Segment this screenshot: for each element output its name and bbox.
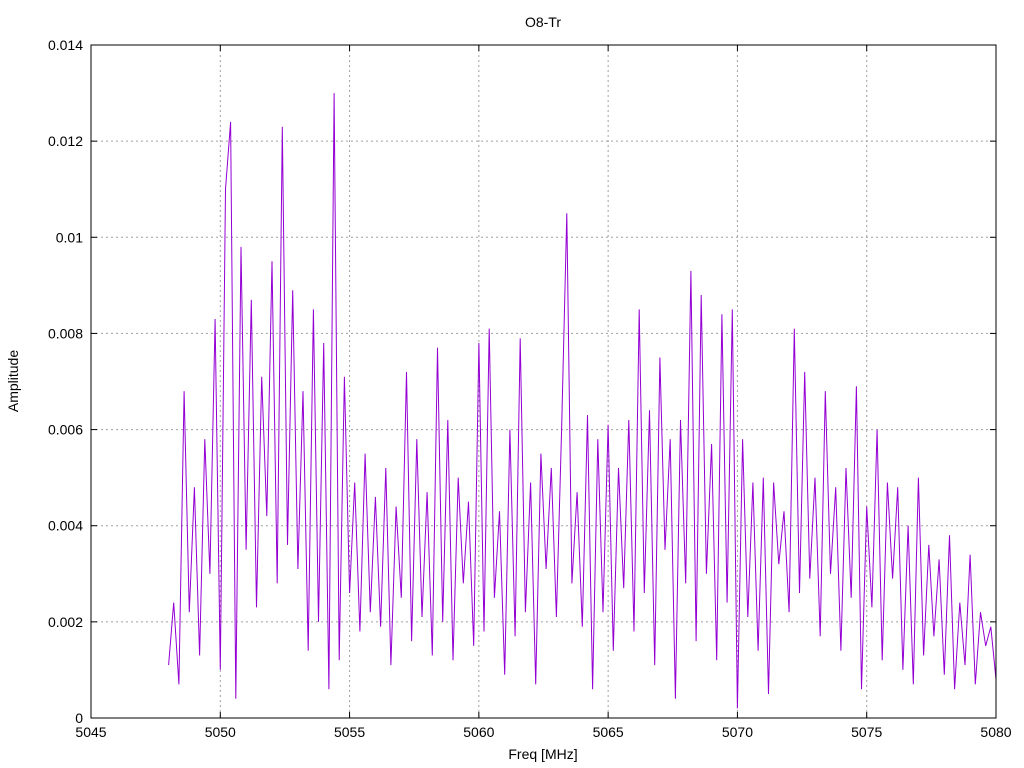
y-tick-label: 0.01 <box>56 229 83 245</box>
y-tick-label: 0.014 <box>48 37 83 53</box>
y-tick-label: 0 <box>75 710 83 726</box>
chart-title: O8-Tr <box>525 14 561 30</box>
x-tick-label: 5065 <box>593 724 624 740</box>
x-tick-label: 5050 <box>205 724 236 740</box>
y-tick-label: 0.008 <box>48 325 83 341</box>
x-tick-label: 5045 <box>75 724 106 740</box>
x-tick-label: 5080 <box>980 724 1011 740</box>
x-tick-label: 5060 <box>463 724 494 740</box>
y-tick-label: 0.006 <box>48 422 83 438</box>
chart: O8-Tr 5045 5050 5055 5060 5065 5070 5075 5080 0 0… <box>5 14 1012 762</box>
x-axis-label: Freq [MHz] <box>508 746 577 762</box>
y-tick-label: 0.012 <box>48 133 83 149</box>
series-line <box>168 93 997 709</box>
y-tick-label: 0.004 <box>48 518 83 534</box>
y-axis-label: Amplitude <box>5 350 21 412</box>
x-tick-label: 5070 <box>722 724 753 740</box>
axis-ticks: 5045 5050 5055 5060 5065 5070 5075 5080 0 0.002 0.… <box>48 37 1012 740</box>
x-tick-label: 5075 <box>851 724 882 740</box>
data-line <box>168 93 997 709</box>
y-tick-label: 0.002 <box>48 614 83 630</box>
x-tick-label: 5055 <box>334 724 365 740</box>
